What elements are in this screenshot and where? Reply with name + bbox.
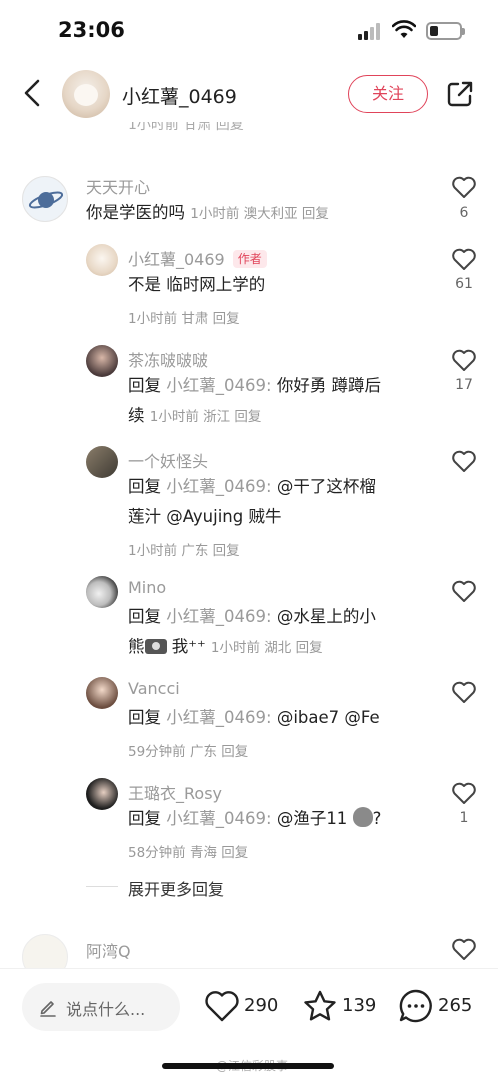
comment-text[interactable]: 你是学医的吗 1小时前 澳大利亚 回复 xyxy=(86,198,329,229)
commenter-name[interactable]: 王璐衣_Rosy xyxy=(128,780,222,804)
heart-icon xyxy=(205,991,239,1022)
comment-text[interactable]: 不是 临时网上学的 xyxy=(128,270,265,300)
poop-emoji-icon xyxy=(352,807,373,827)
battery-icon xyxy=(426,22,465,40)
comment-text[interactable]: 回复 小红薯_0469: 你好勇 蹲蹲后 续 1小时前 浙江 回复 xyxy=(128,371,428,432)
commenter-name[interactable]: 茶冻啵啵啵 xyxy=(128,347,208,371)
commenter-name[interactable]: Mino xyxy=(128,578,166,597)
avatar[interactable] xyxy=(22,934,68,968)
camera-emoji-icon xyxy=(144,639,167,654)
clipped-comment-meta: 1小时前 甘肃 回复 xyxy=(128,122,244,132)
comment-text[interactable]: 回复 小红薯_0469: @干了这杯榴 莲汁 @Ayujing 贼牛 xyxy=(128,472,428,532)
like-post-button[interactable]: 290 xyxy=(204,989,280,1025)
comment-meta: 58分钟前 青海 回复 xyxy=(128,845,249,861)
like-count: 1 xyxy=(459,810,469,826)
comment-meta: 1小时前 湖北 回复 xyxy=(210,640,323,656)
comment-item: 王璐衣_Rosy 回复 小红薯_0469: @渔子11 ? 58分钟前 青海 回… xyxy=(0,778,498,864)
heart-icon[interactable] xyxy=(451,781,477,805)
header: 小红薯_0469 关注 xyxy=(0,62,498,126)
comment-item: 小红薯_0469 作者 不是 临时网上学的 1小时前 甘肃 回复 61 xyxy=(0,244,498,330)
reply-target[interactable]: 小红薯_0469: xyxy=(166,607,271,626)
follow-button[interactable]: 关注 xyxy=(348,75,428,113)
heart-icon[interactable] xyxy=(451,449,477,473)
expand-divider xyxy=(86,886,118,887)
avatar[interactable] xyxy=(86,778,118,810)
cellular-signal-icon xyxy=(358,22,384,40)
reply-target[interactable]: 小红薯_0469: xyxy=(166,376,271,395)
comment-item: Mino 回复 小红薯_0469: @水星上的小 熊 我⁺⁺ 1小时前 湖北 回… xyxy=(0,576,498,666)
commenter-name[interactable]: Vancci xyxy=(128,679,180,698)
author-username[interactable]: 小红薯_0469 xyxy=(122,82,237,109)
author-avatar[interactable] xyxy=(62,70,110,118)
commenter-name[interactable]: 一个妖怪头 xyxy=(128,448,208,472)
bottom-action-bar: 说点什么... 290 139 265 @江信彩股事 xyxy=(0,968,498,1080)
avatar[interactable] xyxy=(86,677,118,709)
wifi-icon xyxy=(392,20,416,38)
heart-icon[interactable] xyxy=(451,579,477,603)
comment-meta: 1小时前 浙江 回复 xyxy=(149,409,262,425)
comment-meta: 1小时前 甘肃 回复 xyxy=(128,311,240,327)
comment-item: 一个妖怪头 回复 小红薯_0469: @干了这杯榴 莲汁 @Ayujing 贼牛… xyxy=(0,446,498,562)
like-count: 290 xyxy=(244,995,279,1016)
comments-button[interactable]: 265 xyxy=(398,989,478,1025)
avatar[interactable] xyxy=(86,446,118,478)
like-count: 17 xyxy=(455,377,473,393)
comment-meta: 1小时前 澳大利亚 回复 xyxy=(190,206,329,222)
commenter-name[interactable]: 天天开心 xyxy=(86,174,150,198)
reply-target[interactable]: 小红薯_0469: xyxy=(166,708,271,727)
like-count: 61 xyxy=(455,276,473,292)
author-badge: 作者 xyxy=(232,250,267,268)
avatar[interactable] xyxy=(86,576,118,608)
collect-button[interactable]: 139 xyxy=(302,989,378,1025)
heart-icon[interactable] xyxy=(451,247,477,271)
reply-target[interactable]: 小红薯_0469: xyxy=(166,477,271,496)
planet-icon xyxy=(28,191,64,209)
avatar[interactable] xyxy=(22,176,68,222)
like-count: 6 xyxy=(459,205,469,221)
comment-meta: 1小时前 广东 回复 xyxy=(128,543,240,559)
heart-icon[interactable] xyxy=(451,937,477,961)
status-bar: 23:06 xyxy=(0,0,498,60)
comment-text[interactable]: 回复 小红薯_0469: @渔子11 ? xyxy=(128,804,381,834)
pencil-icon xyxy=(40,1001,56,1017)
avatar[interactable] xyxy=(86,244,118,276)
collect-count: 139 xyxy=(342,995,377,1016)
reply-target[interactable]: 小红薯_0469: xyxy=(166,809,271,828)
avatar[interactable] xyxy=(86,345,118,377)
home-indicator[interactable] xyxy=(162,1063,334,1069)
share-icon[interactable] xyxy=(446,80,474,108)
status-time: 23:06 xyxy=(58,18,125,42)
comment-item: 阿湾Q xyxy=(0,934,498,968)
comment-count: 265 xyxy=(438,995,473,1016)
back-arrow-icon[interactable] xyxy=(20,78,44,108)
comment-item: 天天开心 你是学医的吗 1小时前 澳大利亚 回复 6 xyxy=(0,170,498,230)
commenter-name[interactable]: 小红薯_0469 作者 xyxy=(128,246,267,270)
commenter-name[interactable]: 阿湾Q xyxy=(86,938,131,962)
heart-icon[interactable] xyxy=(451,680,477,704)
expand-replies-button[interactable]: 展开更多回复 xyxy=(128,876,224,900)
heart-icon[interactable] xyxy=(451,348,477,372)
comment-input[interactable]: 说点什么... xyxy=(22,983,180,1031)
comment-bubble-icon xyxy=(399,989,432,1023)
heart-icon[interactable] xyxy=(451,175,477,199)
comment-text[interactable]: 回复 小红薯_0469: @水星上的小 熊 我⁺⁺ 1小时前 湖北 回复 xyxy=(128,602,428,663)
star-icon xyxy=(304,990,336,1021)
comment-meta: 59分钟前 广东 回复 xyxy=(128,744,249,760)
comment-input-placeholder: 说点什么... xyxy=(66,1000,146,1019)
comment-text[interactable]: 回复 小红薯_0469: @ibae7 @Fe xyxy=(128,703,380,733)
comment-item: 茶冻啵啵啵 回复 小红薯_0469: 你好勇 蹲蹲后 续 1小时前 浙江 回复 … xyxy=(0,345,498,435)
comment-item: Vancci 回复 小红薯_0469: @ibae7 @Fe 59分钟前 广东 … xyxy=(0,677,498,763)
